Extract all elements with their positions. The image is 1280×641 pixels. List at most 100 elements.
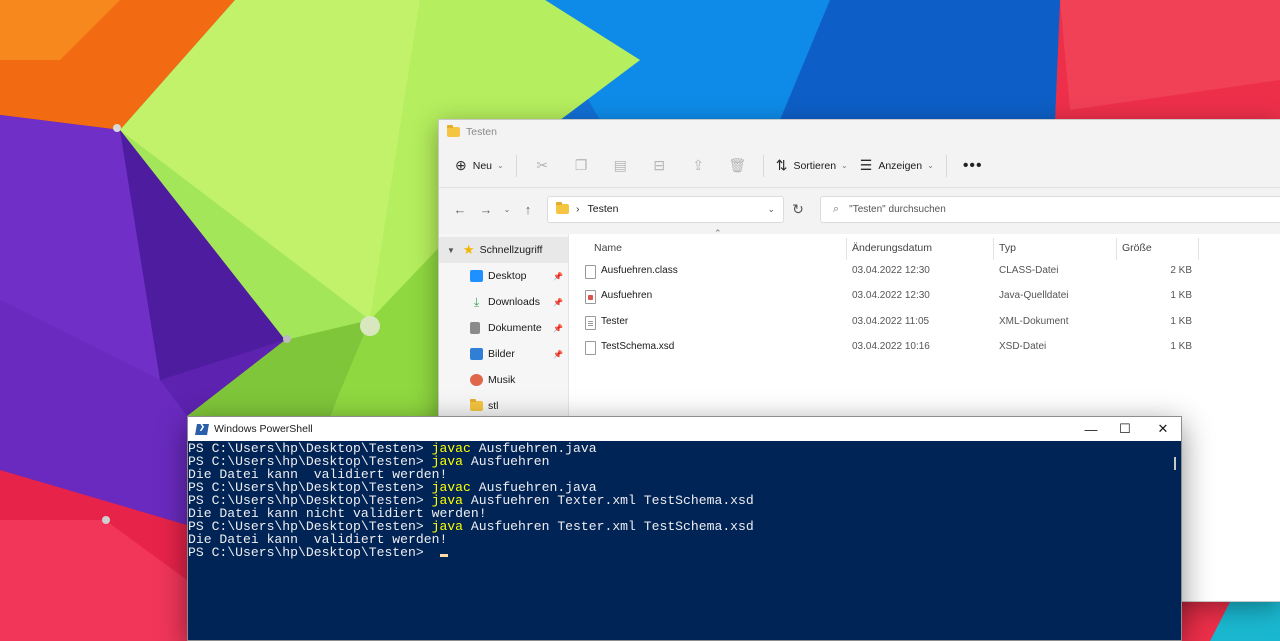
file-row[interactable]: Tester 03.04.2022 11:05 XML-Dokument 1 K… — [569, 309, 1280, 334]
sidebar-item-downloads[interactable]: ⤓ Downloads 📌 — [439, 289, 568, 315]
sort-icon: ⇅ — [775, 157, 788, 173]
minimize-icon[interactable]: — — [1072, 417, 1110, 441]
pictures-icon — [470, 348, 483, 360]
up-arrow-icon[interactable]: ↑ — [515, 202, 541, 217]
sidebar-item-label: Schnellzugriff — [479, 244, 543, 256]
console-arguments: Ausfuehren — [463, 454, 550, 469]
maximize-icon[interactable]: ☐ — [1106, 417, 1144, 441]
close-icon[interactable]: ✕ — [1144, 417, 1182, 441]
folder-icon — [447, 125, 460, 137]
back-arrow-icon[interactable]: ← — [447, 202, 473, 217]
explorer-titlebar[interactable]: Testen — [439, 120, 1280, 144]
folder-icon — [556, 202, 569, 214]
text-cursor — [439, 554, 448, 557]
console-scrollbar[interactable] — [1167, 441, 1181, 640]
refresh-icon[interactable]: ↻ — [784, 201, 812, 218]
pin-icon: 📌 — [553, 271, 563, 281]
file-row[interactable]: Ausfuehren 03.04.2022 12:30 Java-Quellda… — [569, 283, 1280, 308]
recent-locations-chevron-icon[interactable]: ⌄ — [499, 205, 515, 214]
file-icon — [585, 265, 596, 279]
sidebar-item-label: Desktop — [488, 270, 527, 282]
scrollbar-thumb[interactable] — [1174, 457, 1176, 470]
explorer-command-bar: ⊕ Neu ⌄ ✂ ❐ ▤ ⊟ ⇪ 🗑 ⇅ Sortieren ⌄ ☰ Anze… — [439, 144, 1280, 188]
copy-icon[interactable]: ❐ — [562, 152, 601, 180]
file-size: 1 KB — [1170, 290, 1192, 301]
file-type: CLASS-Datei — [999, 265, 1059, 276]
powershell-window: Windows PowerShell — ☐ ✕ PS C:\Users\hp\… — [187, 416, 1182, 641]
plus-circle-icon: ⊕ — [455, 157, 467, 173]
console-output[interactable]: PS C:\Users\hp\Desktop\Testen> javac Aus… — [188, 441, 1167, 640]
file-date: 03.04.2022 12:30 — [852, 265, 930, 276]
toolbar-divider — [762, 154, 764, 177]
console-arguments: Ausfuehren Texter.xml TestSchema.xsd — [463, 493, 754, 508]
column-divider[interactable] — [993, 238, 994, 260]
file-row[interactable]: Ausfuehren.class 03.04.2022 12:30 CLASS-… — [569, 258, 1280, 283]
desktop-icon — [470, 270, 483, 282]
delete-icon[interactable]: 🗑 — [718, 152, 757, 180]
xml-file-icon — [585, 316, 596, 330]
file-name: TestSchema.xsd — [601, 341, 675, 352]
view-list-icon: ☰ — [859, 157, 873, 173]
toolbar-divider — [945, 154, 947, 177]
sidebar-item-music[interactable]: Musik — [439, 367, 568, 393]
sidebar-item-desktop[interactable]: Desktop 📌 — [439, 263, 568, 289]
document-icon — [470, 322, 480, 334]
paste-icon[interactable]: ▤ — [601, 152, 640, 180]
file-date: 03.04.2022 10:16 — [852, 341, 930, 352]
sidebar-item-pictures[interactable]: Bilder 📌 — [439, 341, 568, 367]
sort-label: Sortieren — [793, 159, 837, 172]
search-icon: ⌕ — [833, 202, 840, 215]
console-arguments: Ausfuehren Tester.xml TestSchema.xsd — [463, 519, 754, 534]
sidebar-item-label: stl — [488, 400, 499, 412]
powershell-title: Windows PowerShell — [214, 423, 313, 435]
file-date: 03.04.2022 11:05 — [852, 316, 930, 327]
forward-arrow-icon[interactable]: → — [473, 202, 499, 217]
address-dropdown-chevron-icon[interactable]: ⌄ — [767, 204, 775, 215]
search-box[interactable]: ⌕ "Testen" durchsuchen — [820, 195, 1280, 223]
sort-ascending-icon: ⌃ — [714, 228, 722, 238]
file-name: Ausfuehren — [601, 290, 653, 301]
file-size: 1 KB — [1170, 341, 1192, 352]
file-type: Java-Quelldatei — [999, 290, 1069, 301]
column-divider[interactable] — [846, 238, 847, 260]
java-file-icon — [585, 290, 596, 304]
cut-icon[interactable]: ✂ — [523, 152, 562, 180]
chevron-down-icon: ⌄ — [841, 161, 848, 170]
sidebar-item-documents[interactable]: Dokumente 📌 — [439, 315, 568, 341]
view-label: Anzeigen — [878, 159, 923, 172]
sidebar-item-label: Downloads — [488, 296, 540, 308]
folder-icon — [470, 399, 483, 411]
file-row[interactable]: TestSchema.xsd 03.04.2022 10:16 XSD-Date… — [569, 334, 1280, 359]
chevron-down-icon: ⌄ — [927, 161, 934, 170]
file-icon — [585, 341, 596, 355]
sort-button[interactable]: ⇅ Sortieren ⌄ — [770, 152, 854, 180]
expand-chevron-icon[interactable]: ▼ — [447, 246, 455, 255]
new-button[interactable]: ⊕ Neu ⌄ — [449, 152, 510, 180]
address-bar[interactable]: › Testen ⌄ — [547, 195, 784, 223]
music-icon — [470, 374, 483, 386]
file-name: Tester — [601, 316, 629, 327]
explorer-title: Testen — [466, 126, 497, 138]
file-size: 2 KB — [1170, 265, 1192, 276]
sidebar-item-quick-access[interactable]: ▼ ★ Schnellzugriff — [439, 237, 568, 263]
powershell-titlebar[interactable]: Windows PowerShell — ☐ ✕ — [188, 417, 1181, 441]
view-button[interactable]: ☰ Anzeigen ⌄ — [854, 152, 940, 180]
powershell-icon — [195, 423, 209, 435]
explorer-navigation-bar: ← → ⌄ ↑ › Testen ⌄ ↻ ⌕ "Testen" durchsuc… — [439, 188, 1280, 230]
share-icon[interactable]: ⇪ — [679, 152, 718, 180]
file-date: 03.04.2022 12:30 — [852, 290, 930, 301]
more-options-button[interactable]: ••• — [953, 157, 993, 175]
column-divider[interactable] — [1198, 238, 1199, 260]
rename-icon[interactable]: ⊟ — [640, 152, 679, 180]
toolbar-divider — [515, 154, 517, 177]
file-type: XML-Dokument — [999, 316, 1069, 327]
pin-icon: 📌 — [553, 297, 563, 307]
column-divider[interactable] — [1116, 238, 1117, 260]
pin-icon: 📌 — [553, 349, 563, 359]
breadcrumb-testen[interactable]: Testen — [588, 203, 768, 215]
breadcrumb-separator: › — [576, 203, 580, 215]
search-placeholder: "Testen" durchsuchen — [849, 203, 946, 215]
file-size: 1 KB — [1170, 316, 1192, 327]
pin-icon: 📌 — [553, 323, 563, 333]
console-line: PS C:\Users\hp\Desktop\Testen> — [188, 546, 1167, 559]
